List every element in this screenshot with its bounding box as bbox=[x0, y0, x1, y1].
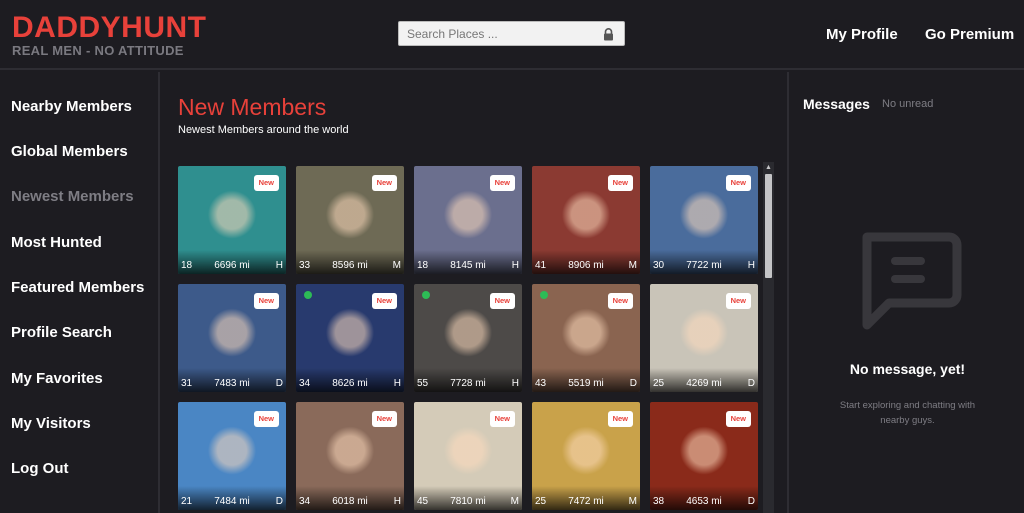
sidebar-item-log-out[interactable]: Log Out bbox=[11, 460, 68, 477]
member-card[interactable]: New 33 8596 mi M bbox=[296, 166, 404, 274]
member-card[interactable]: New 18 6696 mi H bbox=[178, 166, 286, 274]
member-distance: 6696 mi bbox=[214, 260, 250, 271]
member-card[interactable]: New 55 7728 mi H bbox=[414, 284, 522, 392]
member-distance: 8145 mi bbox=[450, 260, 486, 271]
member-role-tag: H bbox=[393, 496, 401, 507]
new-badge: New bbox=[725, 175, 751, 191]
chat-bubble-icon bbox=[862, 232, 962, 330]
new-badge: New bbox=[489, 175, 515, 191]
member-distance: 7484 mi bbox=[214, 496, 250, 507]
messages-unread-count: No unread bbox=[882, 98, 934, 110]
member-distance: 6018 mi bbox=[332, 496, 368, 507]
new-badge: New bbox=[253, 175, 279, 191]
member-role-tag: D bbox=[629, 378, 637, 389]
brand-tagline: REAL MEN - NO ATTITUDE bbox=[12, 43, 184, 58]
member-card[interactable]: New 34 8626 mi H bbox=[296, 284, 404, 392]
search-box[interactable] bbox=[398, 21, 625, 46]
member-role-tag: D bbox=[747, 378, 755, 389]
new-badge: New bbox=[489, 411, 515, 427]
member-distance: 4653 mi bbox=[686, 496, 722, 507]
sidebar-item-global-members[interactable]: Global Members bbox=[11, 143, 128, 160]
messages-panel: Messages No unread No message, yet! Star… bbox=[787, 72, 1024, 513]
member-distance: 7728 mi bbox=[450, 378, 486, 389]
online-status-dot bbox=[540, 291, 548, 299]
empty-messages-text: Start exploring and chatting with nearby… bbox=[839, 400, 976, 426]
sidebar-item-profile-search[interactable]: Profile Search bbox=[11, 324, 112, 341]
member-role-tag: D bbox=[747, 496, 755, 507]
member-distance: 7722 mi bbox=[686, 260, 722, 271]
member-role-tag: H bbox=[511, 378, 519, 389]
sidebar-item-most-hunted[interactable]: Most Hunted bbox=[11, 234, 102, 251]
member-role-tag: D bbox=[275, 378, 283, 389]
scroll-up-arrow-icon[interactable]: ▲ bbox=[764, 163, 773, 172]
new-badge: New bbox=[371, 411, 397, 427]
sidebar-item-my-visitors[interactable]: My Visitors bbox=[11, 415, 91, 432]
member-role-tag: H bbox=[275, 260, 283, 271]
member-role-tag: M bbox=[510, 496, 519, 507]
member-role-tag: H bbox=[393, 378, 401, 389]
member-role-tag: H bbox=[511, 260, 519, 271]
new-badge: New bbox=[607, 411, 633, 427]
member-distance: 4269 mi bbox=[686, 378, 722, 389]
main-content: New Members Newest Members around the wo… bbox=[162, 72, 787, 513]
new-badge: New bbox=[607, 293, 633, 309]
member-role-tag: M bbox=[628, 260, 637, 271]
member-card[interactable]: New 25 4269 mi D bbox=[650, 284, 758, 392]
search-input[interactable] bbox=[407, 25, 597, 43]
messages-title: Messages bbox=[803, 96, 870, 112]
member-card[interactable]: New 41 8906 mi M bbox=[532, 166, 640, 274]
sidebar-item-my-favorites[interactable]: My Favorites bbox=[11, 370, 103, 387]
online-status-dot bbox=[304, 291, 312, 299]
sidebar-item-featured-members[interactable]: Featured Members bbox=[11, 279, 144, 296]
member-distance: 8906 mi bbox=[568, 260, 604, 271]
brand-logo[interactable]: DADDYHUNT bbox=[12, 11, 207, 45]
sidebar-nav: Nearby Members Global Members Newest Mem… bbox=[0, 72, 160, 513]
member-distance: 7810 mi bbox=[450, 496, 486, 507]
member-distance: 8626 mi bbox=[332, 378, 368, 389]
lock-icon bbox=[604, 28, 613, 41]
member-card[interactable]: New 18 8145 mi H bbox=[414, 166, 522, 274]
sidebar-item-nearby-members[interactable]: Nearby Members bbox=[11, 98, 132, 115]
member-card[interactable]: New 31 7483 mi D bbox=[178, 284, 286, 392]
scrollbar-thumb[interactable] bbox=[765, 174, 772, 278]
member-role-tag: M bbox=[628, 496, 637, 507]
member-card[interactable]: New 30 7722 mi H bbox=[650, 166, 758, 274]
new-badge: New bbox=[489, 293, 515, 309]
member-distance: 8596 mi bbox=[332, 260, 368, 271]
member-distance: 7472 mi bbox=[568, 496, 604, 507]
new-badge: New bbox=[607, 175, 633, 191]
online-status-dot bbox=[422, 291, 430, 299]
member-role-tag: M bbox=[392, 260, 401, 271]
new-badge: New bbox=[253, 293, 279, 309]
top-header: DADDYHUNT REAL MEN - NO ATTITUDE My Prof… bbox=[0, 0, 1024, 70]
member-card[interactable]: New 38 4653 mi D bbox=[650, 402, 758, 510]
new-badge: New bbox=[371, 293, 397, 309]
member-card[interactable]: New 21 7484 mi D bbox=[178, 402, 286, 510]
member-card[interactable]: New 34 6018 mi H bbox=[296, 402, 404, 510]
new-badge: New bbox=[253, 411, 279, 427]
nav-go-premium[interactable]: Go Premium bbox=[925, 26, 1014, 43]
page-title: New Members bbox=[178, 94, 327, 120]
page-subtitle: Newest Members around the world bbox=[178, 124, 349, 136]
member-card[interactable]: New 43 5519 mi D bbox=[532, 284, 640, 392]
nav-my-profile[interactable]: My Profile bbox=[826, 26, 898, 43]
new-badge: New bbox=[371, 175, 397, 191]
member-distance: 5519 mi bbox=[568, 378, 604, 389]
new-badge: New bbox=[725, 411, 751, 427]
member-card[interactable]: New 45 7810 mi M bbox=[414, 402, 522, 510]
grid-scrollbar[interactable]: ▲ bbox=[763, 162, 774, 513]
sidebar-item-newest-members[interactable]: Newest Members bbox=[11, 188, 134, 205]
empty-messages-title: No message, yet! bbox=[849, 361, 966, 377]
member-role-tag: D bbox=[275, 496, 283, 507]
new-badge: New bbox=[725, 293, 751, 309]
member-distance: 7483 mi bbox=[214, 378, 250, 389]
member-card[interactable]: New 25 7472 mi M bbox=[532, 402, 640, 510]
member-role-tag: H bbox=[747, 260, 755, 271]
